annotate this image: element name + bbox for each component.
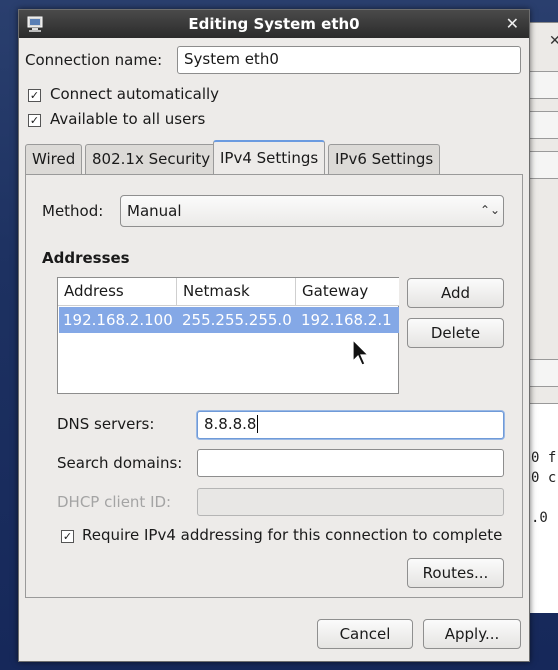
column-header-netmask[interactable]: Netmask [177, 278, 296, 306]
addresses-heading: Addresses [42, 249, 130, 267]
tab-ipv4-settings[interactable]: IPv4 Settings [213, 140, 326, 175]
connection-name-label: Connection name: [25, 51, 163, 69]
tab-ipv6-settings[interactable]: IPv6 Settings [328, 144, 441, 174]
available-all-users-label: Available to all users [50, 110, 206, 128]
routes-button[interactable]: Routes... [407, 558, 504, 588]
title-bar[interactable]: Editing System eth0 ✕ [19, 10, 529, 38]
delete-address-button[interactable]: Delete [407, 318, 504, 348]
terminal-line: .0 [531, 510, 548, 526]
background-button [527, 111, 558, 139]
dns-servers-input[interactable]: 8.8.8.8 [197, 411, 504, 439]
add-address-button[interactable]: Add [407, 278, 504, 308]
require-ipv4-label: Require IPv4 addressing for this connect… [82, 526, 503, 544]
window-title: Editing System eth0 [188, 15, 360, 33]
dhcp-client-id-input [197, 488, 504, 516]
require-ipv4-checkbox[interactable]: ✓ [61, 530, 74, 543]
dns-servers-label: DNS servers: [57, 415, 155, 433]
cancel-button[interactable]: Cancel [317, 619, 413, 649]
background-button [527, 151, 558, 179]
dns-servers-value: 8.8.8.8 [204, 415, 257, 433]
method-select[interactable]: Manual ⌃⌄ [120, 195, 504, 227]
mouse-cursor-icon [352, 339, 370, 366]
address-cell: 192.168.2.100 [63, 311, 173, 329]
search-domains-label: Search domains: [57, 454, 183, 472]
connect-automatically-checkbox[interactable]: ✓ [28, 89, 41, 102]
background-button [527, 71, 558, 99]
dhcp-client-id-label: DHCP client ID: [57, 493, 172, 511]
search-domains-input[interactable] [197, 449, 504, 477]
background-button [527, 359, 558, 387]
connection-name-input[interactable]: System eth0 [177, 46, 521, 74]
connect-automatically-label: Connect automatically [50, 85, 220, 103]
netmask-cell: 255.255.255.0 [182, 311, 292, 329]
addresses-table[interactable]: Address Netmask Gateway 192.168.2.100 25… [57, 277, 399, 394]
tab-8021x-security[interactable]: 802.1x Security [85, 144, 218, 174]
method-label: Method: [42, 202, 104, 220]
method-selected-value: Manual [127, 202, 182, 220]
text-cursor [257, 415, 259, 433]
available-all-users-checkbox[interactable]: ✓ [28, 114, 41, 127]
terminal-line: 0 c [531, 470, 557, 486]
apply-button[interactable]: Apply... [423, 619, 521, 649]
gateway-cell: 192.168.2.1 [301, 311, 392, 329]
terminal-line: 0 f [531, 450, 557, 466]
column-header-gateway[interactable]: Gateway [296, 278, 399, 306]
edit-connection-dialog: Editing System eth0 ✕ Connection name: S… [18, 9, 530, 662]
background-close-icon: ✕ [549, 33, 558, 49]
updown-arrows-icon: ⌃⌄ [479, 203, 501, 217]
tab-wired[interactable]: Wired [25, 144, 83, 174]
ipv4-settings-panel: Method: Manual ⌃⌄ Addresses Address Netm… [25, 174, 523, 598]
close-icon[interactable]: ✕ [506, 14, 519, 33]
column-header-address[interactable]: Address [58, 278, 177, 306]
